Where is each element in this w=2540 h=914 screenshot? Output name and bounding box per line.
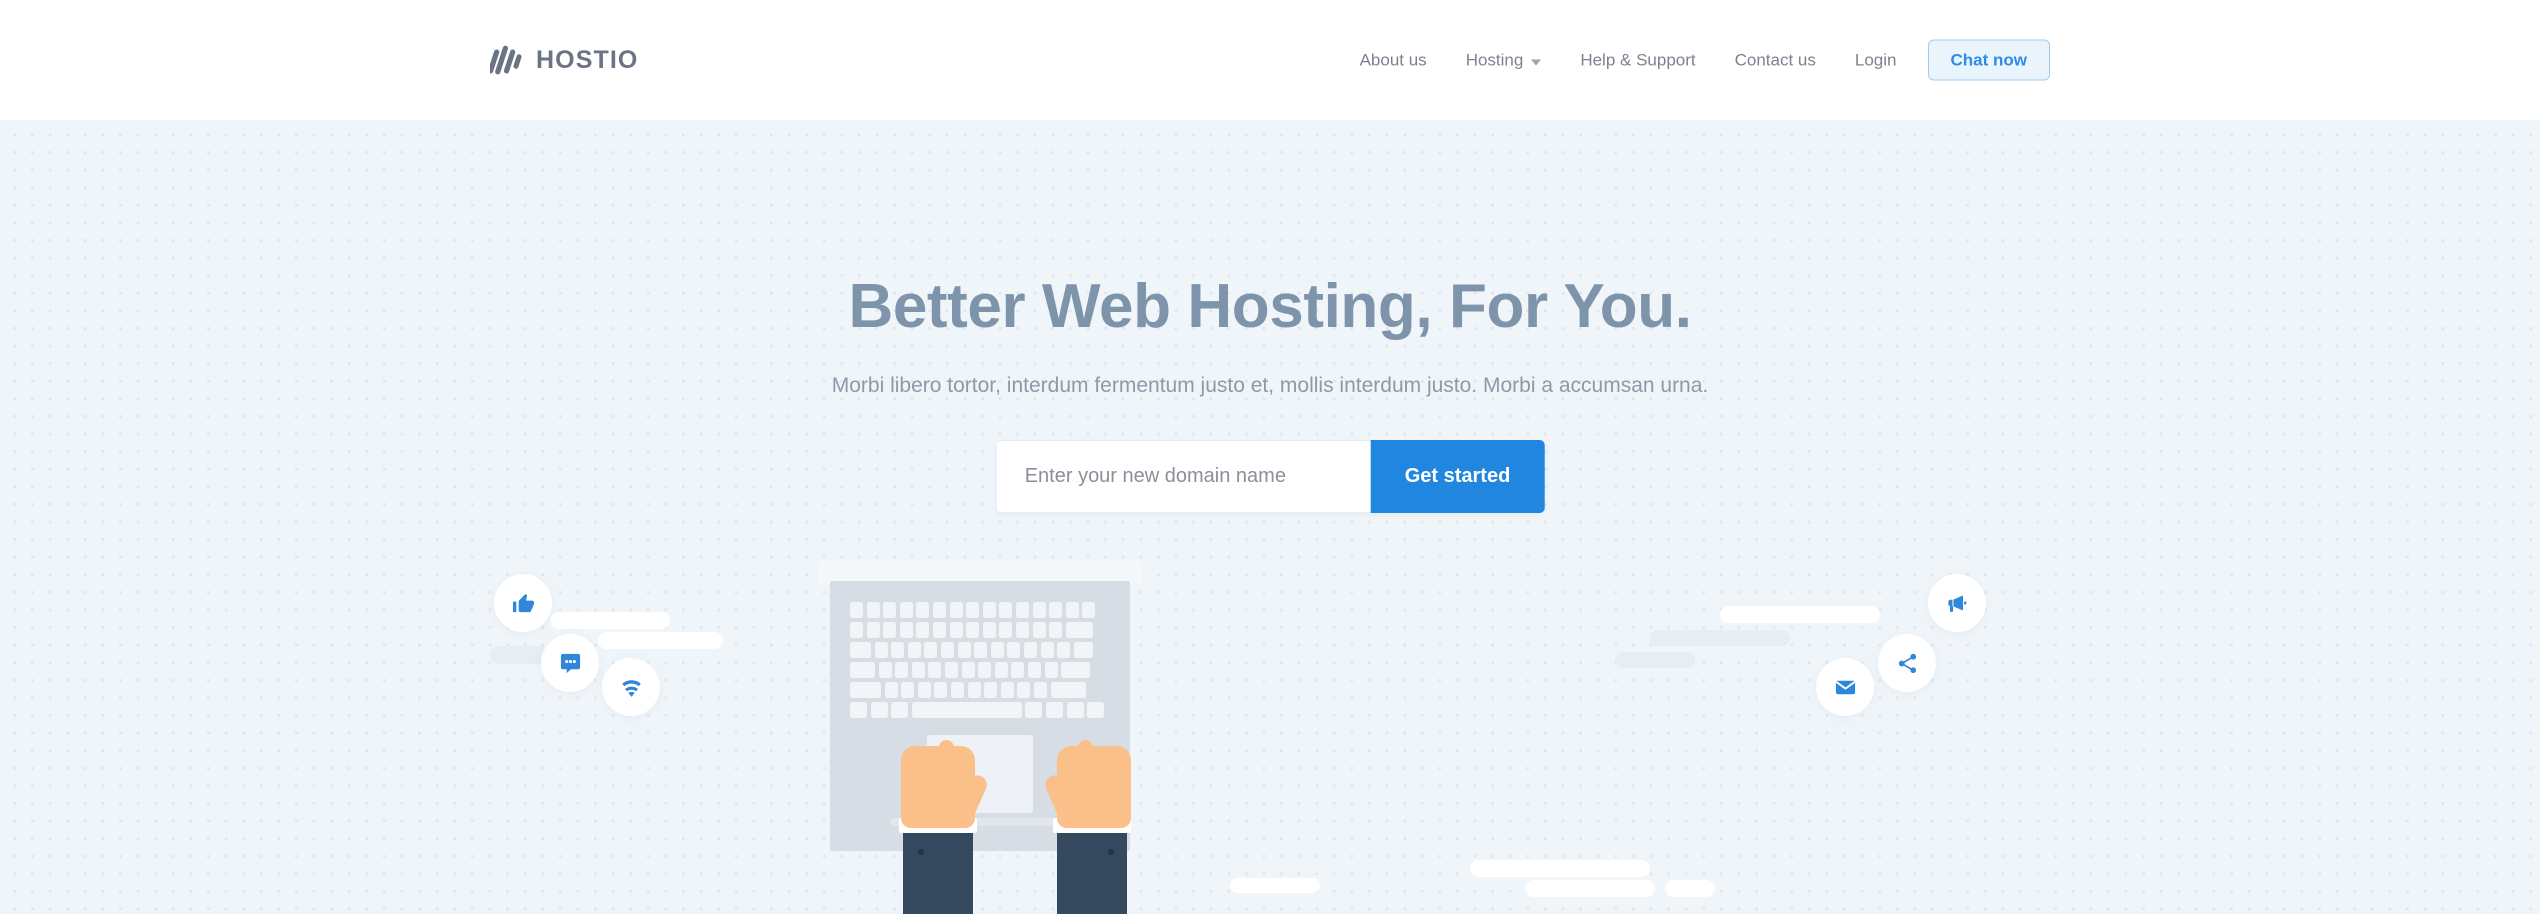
arm-right xyxy=(1057,830,1127,914)
floating-icon-megaphone[interactable] xyxy=(1928,574,1986,632)
domain-search-input[interactable] xyxy=(995,440,1371,513)
cuff-button-right xyxy=(1108,849,1114,855)
chevron-down-icon xyxy=(1531,59,1542,65)
main-navigation: About us Hosting Help & Support Contact … xyxy=(1360,39,2050,81)
floating-icon-thumbs-up[interactable] xyxy=(494,574,552,632)
nav-item-about-us[interactable]: About us xyxy=(1360,42,1427,78)
hostio-slash-logo-icon xyxy=(487,45,523,75)
chat-bubble-icon xyxy=(559,652,582,675)
floating-icon-chat[interactable] xyxy=(541,634,599,692)
nav-label: Help & Support xyxy=(1580,50,1696,69)
decor-blob xyxy=(1720,606,1880,623)
domain-search-form: Get started xyxy=(995,440,1545,513)
decor-blob xyxy=(1470,860,1650,877)
floating-icon-share[interactable] xyxy=(1878,634,1936,692)
nav-label: About us xyxy=(1359,50,1427,69)
decor-blob xyxy=(1230,878,1320,893)
nav-item-help-support[interactable]: Help & Support xyxy=(1580,42,1695,78)
cuff-button-left xyxy=(918,849,924,855)
laptop-keyboard xyxy=(850,602,1110,720)
hero-section: Better Web Hosting, For You. Morbi liber… xyxy=(0,120,2540,914)
hero-subtitle: Morbi libero tortor, interdum fermentum … xyxy=(831,374,1709,397)
wifi-icon xyxy=(619,675,644,700)
site-header: HOSTIO About us Hosting Help & Support C… xyxy=(0,0,2540,120)
hand-left xyxy=(889,710,990,828)
decor-blob xyxy=(598,632,723,649)
envelope-icon xyxy=(1834,676,1857,699)
hero-illustration xyxy=(490,560,2050,914)
nav-label: Login xyxy=(1854,50,1897,69)
megaphone-icon xyxy=(1945,591,1969,615)
decor-blob xyxy=(1525,880,1655,897)
header-container: HOSTIO About us Hosting Help & Support C… xyxy=(487,0,2050,120)
get-started-button[interactable]: Get started xyxy=(1370,440,1545,513)
nav-label: Hosting xyxy=(1465,50,1524,69)
brand-logo[interactable]: HOSTIO xyxy=(487,45,639,75)
nav-label: Contact us xyxy=(1734,50,1816,69)
chat-now-button[interactable]: Chat now xyxy=(1927,39,2050,81)
nav-item-hosting[interactable]: Hosting xyxy=(1466,42,1542,78)
decor-blob xyxy=(1615,652,1695,668)
page-title: Better Web Hosting, For You. xyxy=(848,272,1692,341)
share-icon xyxy=(1896,652,1919,675)
thumbs-up-icon xyxy=(512,592,535,615)
floating-icon-wifi[interactable] xyxy=(602,658,660,716)
floating-icon-mail[interactable] xyxy=(1816,658,1874,716)
hand-right xyxy=(1042,710,1143,828)
landing-page: HOSTIO About us Hosting Help & Support C… xyxy=(0,0,2540,914)
decor-blob xyxy=(550,612,670,629)
nav-item-login[interactable]: Login xyxy=(1855,42,1897,78)
brand-name: HOSTIO xyxy=(536,45,639,74)
nav-item-contact-us[interactable]: Contact us xyxy=(1735,42,1816,78)
arm-left xyxy=(903,830,973,914)
decor-blob xyxy=(1665,880,1715,897)
decor-blob xyxy=(1650,630,1790,646)
